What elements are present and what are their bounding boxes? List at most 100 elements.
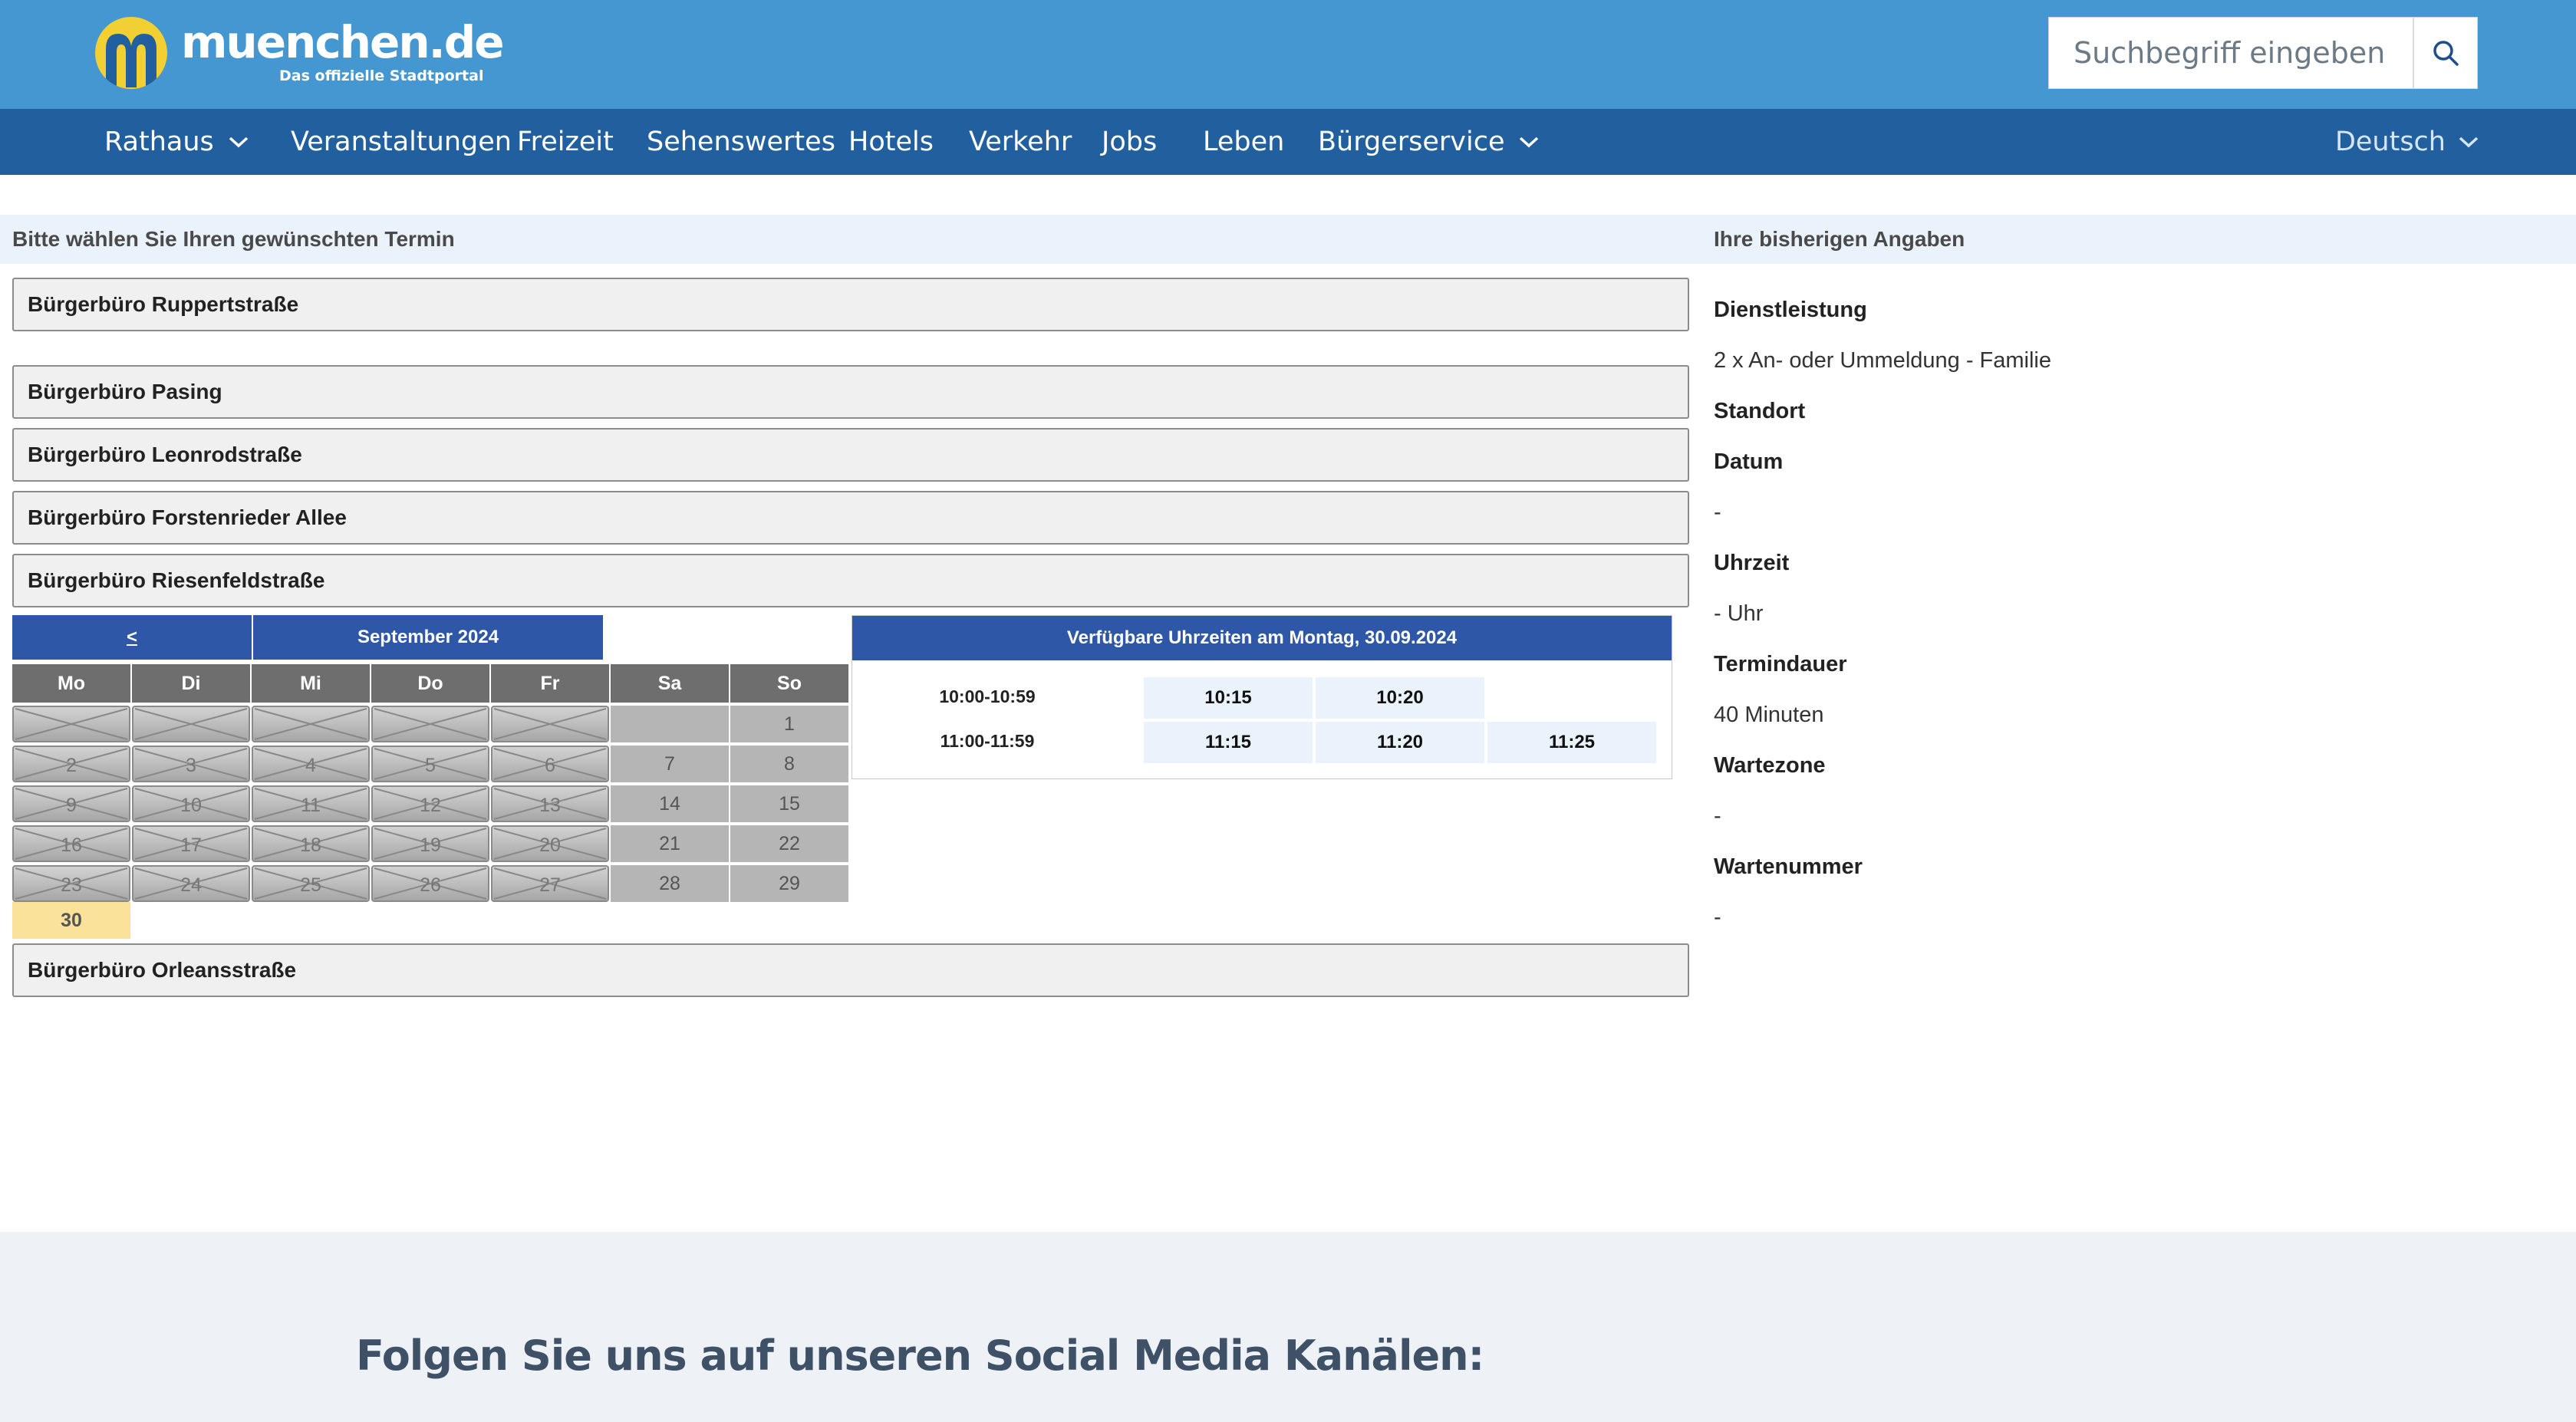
search-input[interactable] xyxy=(2049,18,2416,88)
location-riesenfeldstrasse[interactable]: Bürgerbüro Riesenfeldstraße xyxy=(12,554,1689,607)
calendar-day-unavailable: 18 xyxy=(252,825,370,862)
calendar-day-unavailable xyxy=(371,706,489,742)
available-times-heading: Verfügbare Uhrzeiten am Montag, 30.09.20… xyxy=(852,616,1672,660)
time-slot[interactable]: 11:25 xyxy=(1487,722,1656,763)
waitnumber-label: Wartenummer xyxy=(1714,854,1863,879)
nav-item-hotels[interactable]: Hotels xyxy=(848,109,934,175)
main-navigation: Rathaus Veranstaltungen Freizeit Sehensw… xyxy=(0,109,2576,175)
calendar-day-unavailable: 17 xyxy=(132,825,250,862)
calendar-day-weekend: 14 xyxy=(611,785,729,822)
waitzone-value: - xyxy=(1714,804,1721,828)
nav-item-label: Jobs xyxy=(1102,127,1158,157)
calendar-day-weekend: 8 xyxy=(730,746,848,782)
calendar-day-unavailable: 20 xyxy=(491,825,609,862)
calendar-day-unavailable: 2 xyxy=(12,746,130,782)
nav-item-label: Verkehr xyxy=(969,127,1072,157)
waitzone-label: Wartezone xyxy=(1714,753,1826,778)
calendar-day-weekend: 29 xyxy=(730,865,848,902)
duration-value: 40 Minuten xyxy=(1714,703,1824,727)
duration-label: Termindauer xyxy=(1714,652,1847,676)
location-leonrodstrasse[interactable]: Bürgerbüro Leonrodstraße xyxy=(12,428,1689,482)
location-orleansstrasse[interactable]: Bürgerbüro Orleansstraße xyxy=(12,943,1689,997)
weekday-header: Do xyxy=(371,664,489,703)
calendar-day-empty xyxy=(611,706,729,742)
calendar-day-weekend: 21 xyxy=(611,825,729,862)
calendar-day-unavailable: 27 xyxy=(491,865,609,902)
calendar-day-unavailable xyxy=(491,706,609,742)
calendar-day-unavailable: 26 xyxy=(371,865,489,902)
calendar-day-unavailable xyxy=(132,706,250,742)
date-value: - xyxy=(1714,500,1721,525)
logo-tagline: Das offizielle Stadtportal xyxy=(279,67,484,84)
calendar-day-weekend: 1 xyxy=(730,706,848,742)
service-value: 2 x An- oder Ummeldung - Familie xyxy=(1714,348,2051,373)
calendar-day-unavailable: 10 xyxy=(132,785,250,822)
time-slot[interactable]: 11:15 xyxy=(1144,722,1313,763)
calendar-day-unavailable xyxy=(12,706,130,742)
calendar-prev-month-button[interactable]: < xyxy=(12,615,252,660)
location-pasing[interactable]: Bürgerbüro Pasing xyxy=(12,365,1689,419)
nav-item-veranstaltungen[interactable]: Veranstaltungen xyxy=(291,109,512,175)
calendar-day-unavailable: 3 xyxy=(132,746,250,782)
time-label: Uhrzeit xyxy=(1714,551,1790,575)
calendar-day-unavailable: 4 xyxy=(252,746,370,782)
chevron-down-icon xyxy=(2458,135,2479,149)
nav-item-label: Rathaus xyxy=(104,127,214,157)
logo-m-icon xyxy=(95,17,167,89)
site-footer: Folgen Sie uns auf unseren Social Media … xyxy=(0,1232,2576,1422)
time-slot[interactable]: 11:20 xyxy=(1316,722,1484,763)
calendar-day-weekend: 22 xyxy=(730,825,848,862)
language-label: Deutsch xyxy=(2334,127,2446,157)
nav-item-label: Hotels xyxy=(848,127,934,157)
weekday-header: Di xyxy=(132,664,250,703)
nav-item-sehenswertes[interactable]: Sehenswertes xyxy=(647,109,835,175)
calendar-day-weekend: 7 xyxy=(611,746,729,782)
calendar-day-unavailable: 25 xyxy=(252,865,370,902)
time-range-label: 10:00-10:59 xyxy=(939,686,1036,706)
nav-item-verkehr[interactable]: Verkehr xyxy=(969,109,1072,175)
calendar-day-unavailable: 5 xyxy=(371,746,489,782)
nav-item-label: Veranstaltungen xyxy=(291,127,512,157)
nav-item-leben[interactable]: Leben xyxy=(1203,109,1284,175)
calendar-day-unavailable: 16 xyxy=(12,825,130,862)
calendar-day-unavailable: 11 xyxy=(252,785,370,822)
nav-item-label: Sehenswertes xyxy=(647,127,835,157)
calendar-day-unavailable: 12 xyxy=(371,785,489,822)
muenchen-logo[interactable]: muenchen.de Das offizielle Stadtportal xyxy=(95,15,505,92)
nav-item-rathaus[interactable]: Rathaus xyxy=(104,109,249,175)
weekday-header: Mi xyxy=(252,664,370,703)
location-label: Standort xyxy=(1714,399,1806,423)
nav-item-jobs[interactable]: Jobs xyxy=(1102,109,1157,175)
booking-heading: Bitte wählen Sie Ihren gewünschten Termi… xyxy=(0,215,1703,264)
date-label: Datum xyxy=(1714,449,1784,474)
time-range-label: 11:00-11:59 xyxy=(940,731,1035,751)
time-slot[interactable]: 10:15 xyxy=(1144,677,1313,719)
calendar-day-unavailable: 9 xyxy=(12,785,130,822)
waitnumber-value: - xyxy=(1714,905,1721,930)
search-button[interactable] xyxy=(2413,18,2477,88)
location-forstenrieder-allee[interactable]: Bürgerbüro Forstenrieder Allee xyxy=(12,491,1689,545)
chevron-down-icon xyxy=(228,135,249,149)
calendar-month-title: September 2024 xyxy=(253,615,603,660)
calendar-day-unavailable: 23 xyxy=(12,865,130,902)
chevron-down-icon xyxy=(1518,135,1540,149)
calendar-day-unavailable: 19 xyxy=(371,825,489,862)
calendar-day-unavailable: 24 xyxy=(132,865,250,902)
time-value: - Uhr xyxy=(1714,601,1764,626)
calendar-day-selected[interactable]: 30 xyxy=(12,902,130,939)
location-ruppertstrasse[interactable]: Bürgerbüro Ruppertstraße xyxy=(12,278,1689,331)
nav-item-label: Bürgerservice xyxy=(1318,127,1505,157)
calendar-day-weekend: 28 xyxy=(611,865,729,902)
calendar-day-unavailable: 13 xyxy=(491,785,609,822)
calendar-day-unavailable: 6 xyxy=(491,746,609,782)
nav-item-freizeit[interactable]: Freizeit xyxy=(517,109,614,175)
language-selector[interactable]: Deutsch xyxy=(2335,109,2479,175)
calendar-day-weekend: 15 xyxy=(730,785,848,822)
calendar-day-unavailable xyxy=(252,706,370,742)
nav-item-buergerservice[interactable]: Bürgerservice xyxy=(1318,109,1540,175)
weekday-header: So xyxy=(730,664,848,703)
weekday-header: Mo xyxy=(12,664,130,703)
time-slot[interactable]: 10:20 xyxy=(1316,677,1484,719)
nav-item-label: Freizeit xyxy=(517,127,614,157)
available-times-panel: Verfügbare Uhrzeiten am Montag, 30.09.20… xyxy=(852,615,1672,779)
